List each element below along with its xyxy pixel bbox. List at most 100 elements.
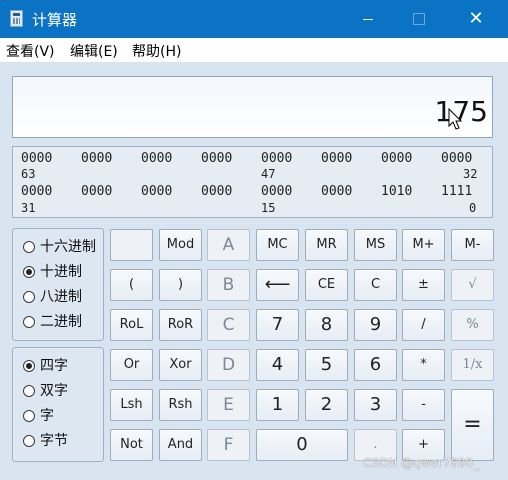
close-button[interactable]: ✕ [452, 0, 500, 38]
bit-group: 0000 [81, 184, 113, 199]
subtract-button[interactable]: - [402, 389, 445, 421]
radio-byte[interactable]: 字节 [23, 432, 68, 450]
bit-group: 0000 [21, 184, 53, 199]
radix-group: 十六进制 十进制 八进制 二进制 [12, 228, 104, 341]
and-button[interactable]: And [159, 429, 202, 461]
radio-indicator [23, 435, 35, 447]
radio-indicator [23, 241, 35, 253]
or-button[interactable]: Or [110, 349, 153, 381]
bit-group: 0000 [201, 151, 233, 166]
mod-button[interactable]: Mod [159, 229, 202, 261]
bit-display-panel: 0000 0000 0000 0000 0000 0000 0000 0000 … [12, 146, 493, 218]
radio-label: 八进制 [40, 289, 82, 305]
bit-group: 0000 [321, 184, 353, 199]
backspace-button[interactable]: ⟵ [256, 269, 299, 301]
minimize-icon [363, 18, 373, 20]
radio-indicator [23, 291, 35, 303]
right-shift-button[interactable]: Rsh [159, 389, 202, 421]
bit-group: 1010 [381, 184, 413, 199]
radio-label: 四字 [40, 358, 68, 374]
window-title: 计算器 [32, 11, 78, 29]
menu-bar: 查看(V) 编辑(E) 帮助(H) [0, 38, 508, 62]
multiply-button[interactable]: * [402, 349, 445, 381]
bit-position-label: 47 [261, 167, 276, 181]
radio-qword[interactable]: 四字 [23, 357, 68, 375]
title-bar: 计算器 ✕ [0, 0, 508, 38]
left-paren-button[interactable]: ( [110, 269, 153, 301]
bit-group: 0000 [321, 151, 353, 166]
hex-c-button[interactable]: C [207, 309, 250, 341]
radio-indicator [23, 266, 35, 278]
digit-7-button[interactable]: 7 [256, 309, 299, 341]
radio-label: 字 [40, 408, 54, 424]
radio-label: 二进制 [40, 314, 82, 330]
digit-0-button[interactable]: 0 [256, 429, 348, 461]
calculator-app-icon [10, 10, 23, 27]
radio-octal[interactable]: 八进制 [23, 288, 82, 306]
radio-binary[interactable]: 二进制 [23, 313, 82, 331]
memory-clear-button[interactable]: MC [256, 229, 299, 261]
memory-recall-button[interactable]: MR [305, 229, 348, 261]
bit-position-label: 63 [21, 167, 36, 181]
hex-f-button[interactable]: F [207, 429, 250, 461]
radio-indicator [23, 316, 35, 328]
bit-group: 0000 [81, 151, 113, 166]
mouse-pointer-icon [448, 108, 463, 130]
memory-subtract-button[interactable]: M- [451, 229, 494, 261]
menu-help[interactable]: 帮助(H) [132, 41, 181, 61]
right-paren-button[interactable]: ) [159, 269, 202, 301]
rotate-right-button[interactable]: RoR [159, 309, 202, 341]
radio-hex[interactable]: 十六进制 [23, 238, 96, 256]
memory-add-button[interactable]: M+ [402, 229, 445, 261]
rotate-left-button[interactable]: RoL [110, 309, 153, 341]
plus-minus-button[interactable]: ± [402, 269, 445, 301]
digit-3-button[interactable]: 3 [354, 389, 397, 421]
not-button[interactable]: Not [110, 429, 153, 461]
radio-label: 十六进制 [40, 239, 96, 255]
result-display: 175 [12, 76, 493, 138]
bit-group: 0000 [21, 151, 53, 166]
radio-label: 十进制 [40, 264, 82, 280]
hex-d-button[interactable]: D [207, 349, 250, 381]
bit-position-label: 31 [21, 201, 36, 215]
memory-store-button[interactable]: MS [354, 229, 397, 261]
digit-2-button[interactable]: 2 [305, 389, 348, 421]
percent-button[interactable]: % [451, 309, 494, 341]
radio-indicator [23, 360, 35, 372]
hex-a-button[interactable]: A [207, 229, 250, 261]
watermark: CSDN @qwer7890_ [363, 456, 480, 470]
reciprocal-button[interactable]: 1/x [451, 349, 494, 381]
close-icon: ✕ [468, 8, 484, 29]
menu-view[interactable]: 查看(V) [6, 41, 55, 61]
hex-e-button[interactable]: E [207, 389, 250, 421]
radio-word[interactable]: 字 [23, 407, 54, 425]
digit-5-button[interactable]: 5 [305, 349, 348, 381]
radio-label: 字节 [40, 433, 68, 449]
digit-1-button[interactable]: 1 [256, 389, 299, 421]
digit-4-button[interactable]: 4 [256, 349, 299, 381]
clear-entry-button[interactable]: CE [305, 269, 348, 301]
menu-edit[interactable]: 编辑(E) [70, 41, 118, 61]
maximize-button[interactable] [395, 0, 443, 38]
bit-position-label: 15 [261, 201, 276, 215]
sqrt-button[interactable]: √ [451, 269, 494, 301]
digit-9-button[interactable]: 9 [354, 309, 397, 341]
minimize-button[interactable] [344, 0, 392, 38]
hex-b-button[interactable]: B [207, 269, 250, 301]
digit-6-button[interactable]: 6 [354, 349, 397, 381]
radio-indicator [23, 410, 35, 422]
blank-key [110, 229, 153, 261]
bit-group: 0000 [201, 184, 233, 199]
radio-indicator [23, 385, 35, 397]
maximize-icon [413, 13, 425, 25]
xor-button[interactable]: Xor [159, 349, 202, 381]
radio-decimal[interactable]: 十进制 [23, 263, 82, 281]
equals-button[interactable]: = [451, 389, 494, 461]
divide-button[interactable]: / [402, 309, 445, 341]
clear-button[interactable]: C [354, 269, 397, 301]
bit-group: 0000 [441, 151, 473, 166]
radio-dword[interactable]: 双字 [23, 382, 68, 400]
digit-8-button[interactable]: 8 [305, 309, 348, 341]
left-shift-button[interactable]: Lsh [110, 389, 153, 421]
bit-position-label: 0 [469, 201, 477, 215]
